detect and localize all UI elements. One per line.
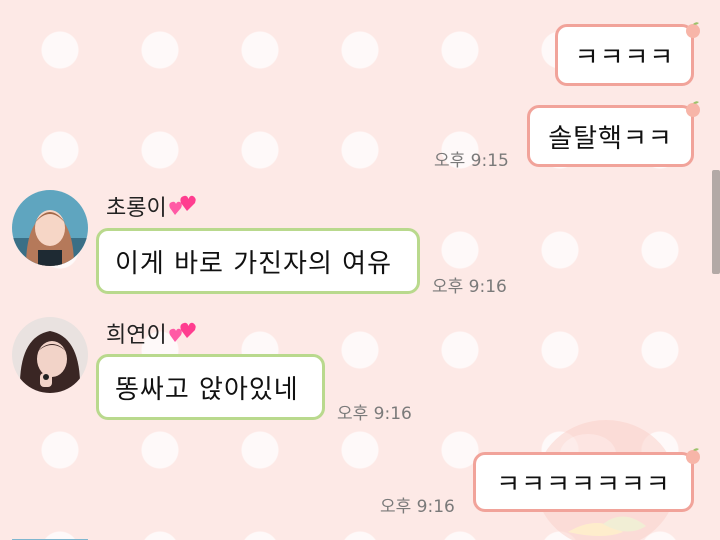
two-hearts-icon bbox=[169, 195, 196, 215]
peach-icon bbox=[686, 101, 700, 117]
their-message-bubble[interactable]: 이게 바로 가진자의 여유 bbox=[96, 228, 420, 294]
sender-name: 초롱이 bbox=[106, 190, 197, 222]
message-text: ㅋㅋㅋㅋㅋㅋㅋ bbox=[496, 469, 671, 500]
sender-name: 희연이 bbox=[106, 317, 197, 349]
message-timestamp: 오후 9:15 bbox=[434, 151, 509, 171]
message-timestamp: 오후 9:16 bbox=[337, 404, 412, 424]
my-message-bubble[interactable]: 솔탈핵ㅋㅋ bbox=[527, 105, 694, 167]
sender-name-text: 희연이 bbox=[106, 323, 167, 348]
sender-name-text: 초롱이 bbox=[106, 196, 167, 221]
my-message-bubble[interactable]: ㅋㅋㅋㅋ bbox=[555, 24, 694, 86]
message-text: 똥싸고 앉아있네 bbox=[115, 374, 299, 405]
two-hearts-icon bbox=[169, 322, 196, 342]
message-timestamp: 오후 9:16 bbox=[380, 497, 455, 517]
peach-icon bbox=[686, 448, 700, 464]
my-message-bubble[interactable]: ㅋㅋㅋㅋㅋㅋㅋ bbox=[473, 452, 694, 512]
message-text: 이게 바로 가진자의 여유 bbox=[115, 248, 392, 279]
scrollbar[interactable] bbox=[712, 170, 720, 274]
message-text: 솔탈핵ㅋㅋ bbox=[548, 123, 673, 154]
chat-area[interactable]: ㅋㅋㅋㅋ 솔탈핵ㅋㅋ 오후 9:15 초롱이 이게 바로 가진자의 여유 오후 … bbox=[0, 0, 720, 540]
peach-icon bbox=[686, 22, 700, 38]
avatar[interactable] bbox=[12, 532, 88, 540]
message-text: ㅋㅋㅋㅋ bbox=[574, 42, 675, 73]
avatar[interactable] bbox=[12, 317, 88, 393]
message-timestamp: 오후 9:16 bbox=[432, 277, 507, 297]
their-message-bubble[interactable]: 똥싸고 앉아있네 bbox=[96, 354, 325, 420]
avatar[interactable] bbox=[12, 190, 88, 266]
